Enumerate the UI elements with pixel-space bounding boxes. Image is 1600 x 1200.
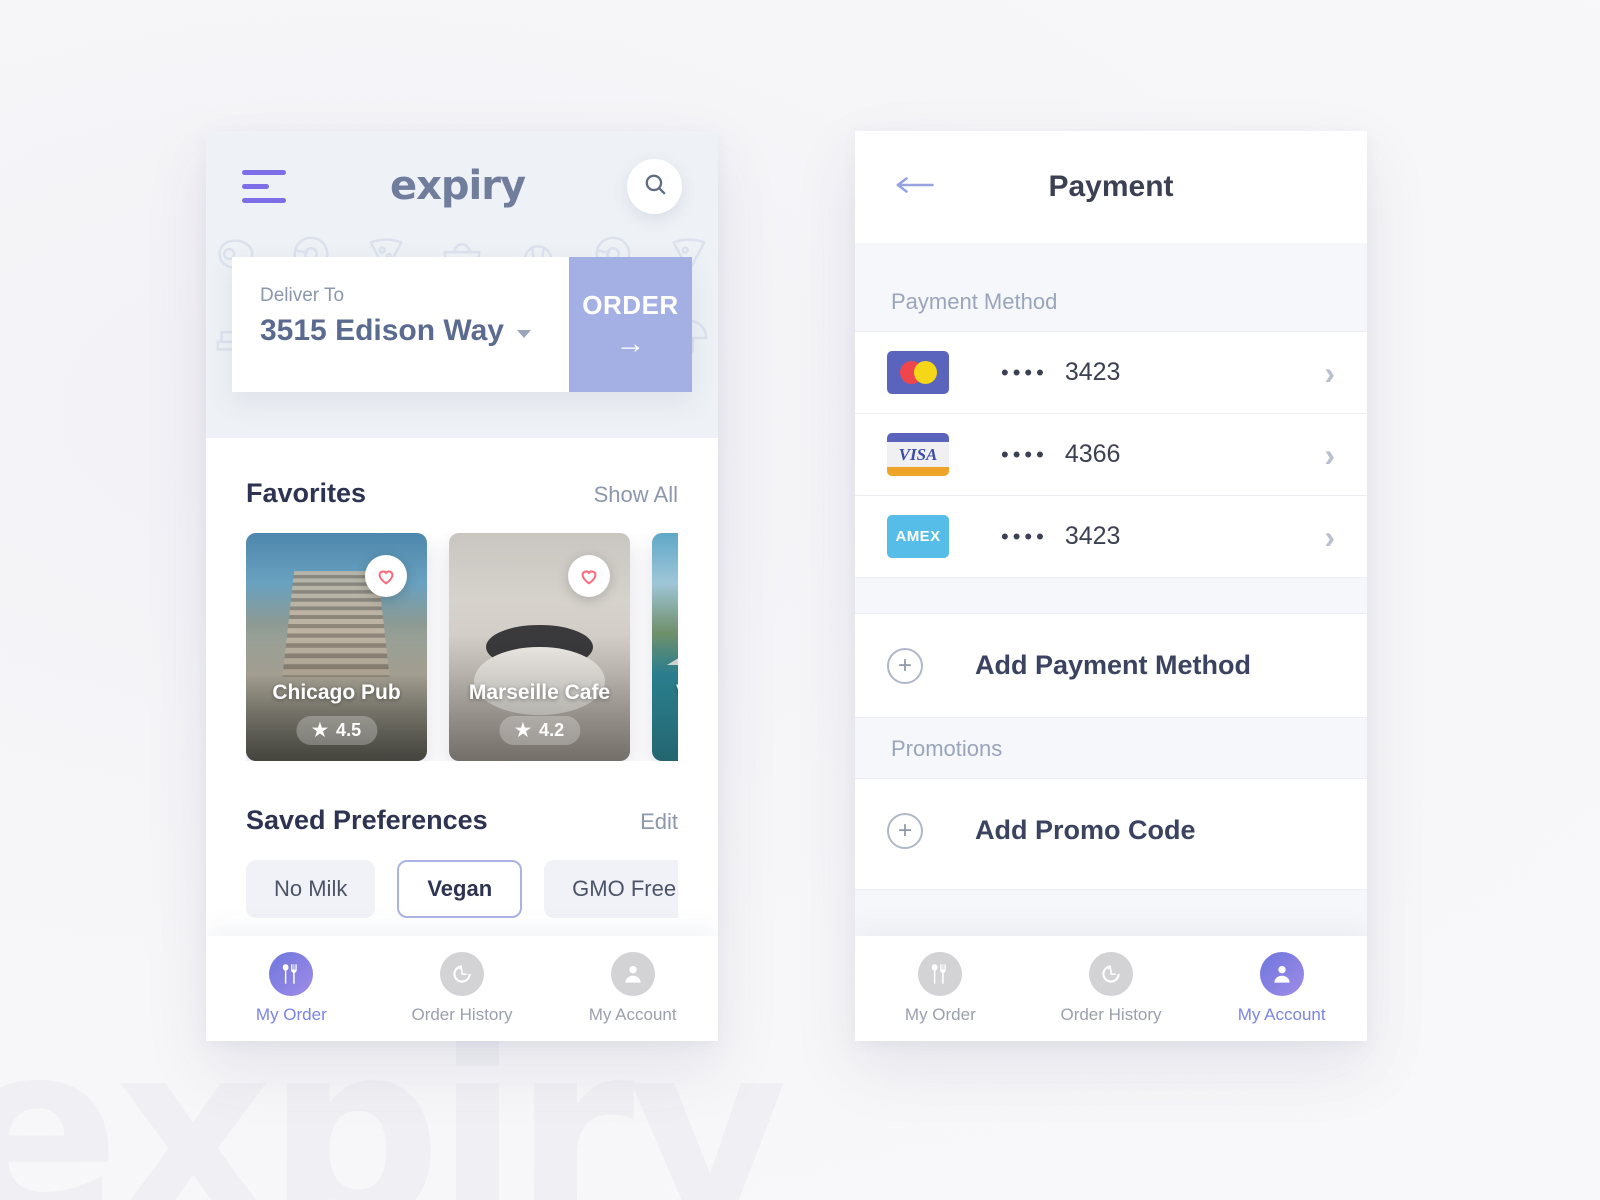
card-number: •••• 3423 bbox=[1001, 522, 1120, 551]
search-button[interactable] bbox=[627, 158, 682, 214]
header-divider bbox=[855, 243, 1367, 271]
rating-badge: ★ 4.2 bbox=[498, 716, 581, 745]
clock-history-icon bbox=[440, 952, 484, 996]
cutlery-icon bbox=[918, 952, 963, 996]
add-payment-method-row[interactable]: + Add Payment Method bbox=[855, 613, 1367, 717]
deliver-to-label: Deliver To bbox=[260, 285, 345, 306]
search-icon bbox=[642, 171, 668, 202]
chevron-right-icon[interactable]: › bbox=[1324, 439, 1335, 471]
bottom-tabbar: My Order Order History My Account bbox=[206, 936, 718, 1041]
section-divider bbox=[855, 577, 1367, 613]
mastercard-logo-icon bbox=[887, 351, 949, 394]
payment-card-row[interactable]: VISA •••• 4366 › bbox=[855, 413, 1367, 495]
person-icon bbox=[610, 952, 655, 996]
preferences-header: Saved Preferences Edit bbox=[246, 805, 678, 836]
add-promo-code-row[interactable]: + Add Promo Code bbox=[855, 778, 1367, 882]
rating-value: 4.2 bbox=[539, 720, 565, 740]
favorites-header: Favorites Show All bbox=[246, 478, 678, 509]
chevron-right-icon[interactable]: › bbox=[1324, 357, 1335, 389]
favorite-card[interactable]: Chicago Pub ★ 4.5 bbox=[246, 533, 427, 761]
rating-value: 4.5 bbox=[336, 720, 362, 740]
favorites-title: Favorites bbox=[246, 478, 367, 508]
tab-label: My Order bbox=[904, 1005, 976, 1024]
card-last4: 4366 bbox=[1064, 440, 1121, 468]
tab-label: Order History bbox=[411, 1005, 513, 1024]
tab-my-order[interactable]: My Order bbox=[855, 952, 1026, 1025]
photo-gradient bbox=[652, 533, 678, 761]
preference-chip-vegan[interactable]: Vegan bbox=[397, 860, 523, 918]
card-last4: 3423 bbox=[1064, 522, 1121, 550]
card-last4: 3423 bbox=[1064, 358, 1121, 386]
card-number: •••• 3423 bbox=[1001, 358, 1120, 387]
tab-label: Order History bbox=[1060, 1005, 1162, 1024]
home-screen-phone: expiry Deliver To 3515 Edison Way ORDER … bbox=[206, 131, 718, 1041]
bottom-tabbar: My Order Order History My Account bbox=[855, 936, 1367, 1041]
tab-label: My Account bbox=[1237, 1005, 1326, 1024]
preferences-title: Saved Preferences bbox=[246, 805, 488, 835]
favorite-card[interactable]: Victo ★ 4. bbox=[652, 533, 678, 761]
back-button[interactable] bbox=[891, 172, 937, 203]
mc-yellow-circle bbox=[913, 361, 937, 384]
restaurant-name: Victo bbox=[652, 681, 678, 705]
order-button-label: ORDER bbox=[582, 290, 679, 320]
visa-logo-icon: VISA bbox=[887, 433, 949, 476]
plus-circle-icon: + bbox=[887, 647, 923, 684]
hamburger-menu-icon[interactable] bbox=[242, 169, 288, 203]
edit-link[interactable]: Edit bbox=[640, 809, 678, 835]
star-icon: ★ bbox=[311, 720, 329, 740]
visa-bottom-band bbox=[887, 467, 949, 476]
show-all-link[interactable]: Show All bbox=[594, 482, 678, 508]
payment-header: Payment bbox=[855, 131, 1367, 243]
tab-label: My Order bbox=[255, 1005, 327, 1024]
masked-dots: •••• bbox=[1001, 441, 1048, 467]
deliver-to-field[interactable]: Deliver To 3515 Edison Way bbox=[232, 257, 569, 392]
home-topbar: expiry bbox=[206, 131, 718, 241]
address-text: 3515 Edison Way bbox=[260, 314, 504, 347]
tab-order-history[interactable]: Order History bbox=[1026, 952, 1197, 1025]
add-promo-code-label: Add Promo Code bbox=[975, 815, 1196, 845]
payment-card-row[interactable]: AMEX •••• 3423 › bbox=[855, 495, 1367, 577]
payment-screen-phone: Payment Payment Method •••• 3423 › VISA … bbox=[855, 131, 1367, 1041]
card-number: •••• 4366 bbox=[1001, 440, 1120, 469]
rating-badge: ★ 4.5 bbox=[295, 716, 378, 745]
add-payment-method-label: Add Payment Method bbox=[975, 650, 1252, 680]
person-icon bbox=[1259, 952, 1304, 996]
deliver-to-card: Deliver To 3515 Edison Way ORDER → bbox=[232, 257, 692, 392]
order-button[interactable]: ORDER → bbox=[569, 257, 692, 392]
tab-label: My Account bbox=[588, 1005, 677, 1024]
payment-card-row[interactable]: •••• 3423 › bbox=[855, 331, 1367, 413]
preference-chip-gmo-free[interactable]: GMO Free bbox=[544, 860, 678, 918]
masked-dots: •••• bbox=[1001, 523, 1048, 549]
masked-dots: •••• bbox=[1001, 359, 1048, 385]
plus-circle-icon: + bbox=[887, 812, 923, 849]
restaurant-name: Marseille Cafe bbox=[468, 681, 611, 704]
home-hero: expiry Deliver To 3515 Edison Way ORDER … bbox=[206, 131, 718, 438]
tab-my-account[interactable]: My Account bbox=[1196, 952, 1367, 1025]
clock-history-icon bbox=[1089, 952, 1133, 996]
home-content: Favorites Show All Chicago Pub ★ 4.5 Mar… bbox=[206, 478, 718, 918]
arrow-right-icon: → bbox=[615, 327, 646, 360]
favorite-card[interactable]: Marseille Cafe ★ 4.2 bbox=[449, 533, 630, 761]
deliver-to-address[interactable]: 3515 Edison Way bbox=[260, 314, 569, 348]
cutlery-icon bbox=[269, 952, 314, 996]
preference-chips[interactable]: No Milk Vegan GMO Free Non bbox=[246, 860, 678, 918]
favorite-heart-icon[interactable] bbox=[365, 555, 407, 597]
tab-my-order[interactable]: My Order bbox=[206, 952, 377, 1025]
arrow-left-icon bbox=[891, 176, 935, 202]
star-icon: ★ bbox=[514, 720, 532, 740]
preference-chip-no-milk[interactable]: No Milk bbox=[246, 860, 376, 918]
promotions-section-label: Promotions bbox=[855, 717, 1367, 778]
restaurant-name: Chicago Pub bbox=[272, 681, 401, 704]
empty-area bbox=[855, 889, 1367, 936]
favorites-list[interactable]: Chicago Pub ★ 4.5 Marseille Cafe ★ 4.2 bbox=[246, 533, 678, 761]
favorite-heart-icon[interactable] bbox=[568, 555, 610, 597]
amex-logo-icon: AMEX bbox=[887, 515, 949, 558]
tab-my-account[interactable]: My Account bbox=[547, 952, 718, 1025]
app-logo: expiry bbox=[389, 163, 526, 209]
tab-order-history[interactable]: Order History bbox=[377, 952, 548, 1025]
payment-method-section-label: Payment Method bbox=[855, 271, 1367, 331]
chevron-down-icon[interactable] bbox=[516, 329, 531, 338]
chevron-right-icon[interactable]: › bbox=[1324, 521, 1335, 553]
